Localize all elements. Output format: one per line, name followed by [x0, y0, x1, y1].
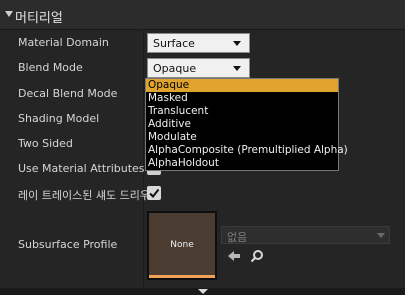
blend-mode-value: Opaque	[153, 62, 197, 75]
dropdown-option-alphaholdout[interactable]: AlphaHoldout	[146, 157, 338, 170]
thumbnail-image: None	[149, 213, 215, 278]
label-use-material-attributes: Use Material Attributes	[18, 162, 145, 175]
label-two-sided: Two Sided	[18, 137, 73, 150]
row-use-material-attributes: Use Material Attributes	[0, 156, 145, 181]
row-material-domain: Material Domain	[0, 30, 143, 55]
row-shading-model: Shading Model	[0, 106, 143, 131]
label-material-domain: Material Domain	[18, 36, 109, 49]
chevron-down-icon	[233, 41, 241, 46]
dropdown-option-modulate[interactable]: Modulate	[146, 131, 338, 144]
label-ray-traced-shadows: 레이 트레이스된 섀도 드리우	[18, 189, 150, 202]
asset-value: 없음	[227, 231, 248, 244]
row-blend-mode: Blend Mode	[0, 55, 143, 80]
row-ray-traced-shadows: 레이 트레이스된 섀도 드리우	[0, 181, 150, 206]
blend-mode-dropdown-list: Opaque Masked Translucent Additive Modul…	[145, 78, 348, 171]
dropdown-option-translucent[interactable]: Translucent	[146, 105, 338, 118]
subsurface-profile-asset-combo[interactable]: 없음	[221, 226, 390, 244]
section-title: 머티리얼	[15, 11, 63, 26]
thumbnail-label: None	[170, 240, 194, 250]
row-decal-blend-mode: Decal Blend Mode	[0, 81, 143, 106]
column-divider[interactable]	[143, 30, 144, 288]
section-header-material[interactable]: 머티리얼	[0, 0, 405, 30]
chevron-down-icon	[377, 233, 385, 238]
ray-traced-shadows-checkbox[interactable]	[147, 186, 161, 200]
material-domain-combo[interactable]: Surface	[147, 33, 250, 53]
checkmark-icon	[149, 188, 160, 199]
label-decal-blend-mode: Decal Blend Mode	[18, 87, 118, 100]
blend-mode-combo[interactable]: Opaque	[147, 58, 250, 78]
thumbnail-accent-bar	[149, 275, 215, 278]
arrow-left-icon[interactable]	[227, 249, 241, 263]
dropdown-option-opaque[interactable]: Opaque	[146, 79, 338, 92]
row-two-sided: Two Sided	[0, 131, 143, 156]
subsurface-profile-thumbnail[interactable]: None	[147, 211, 217, 280]
row-subsurface-profile: Subsurface Profile	[0, 232, 143, 257]
material-domain-value: Surface	[153, 37, 195, 50]
dropdown-option-alphacomposite[interactable]: AlphaComposite (Premultiplied Alpha)	[146, 144, 348, 157]
dropdown-option-additive[interactable]: Additive	[146, 118, 338, 131]
dropdown-option-masked[interactable]: Masked	[146, 92, 338, 105]
label-shading-model: Shading Model	[18, 112, 100, 125]
chevron-down-icon	[233, 66, 241, 71]
label-subsurface-profile: Subsurface Profile	[18, 238, 118, 251]
collapse-arrow-icon[interactable]	[5, 11, 13, 17]
advanced-expander[interactable]	[0, 288, 405, 295]
search-icon[interactable]	[250, 249, 264, 263]
label-blend-mode: Blend Mode	[18, 61, 83, 74]
expand-arrow-icon[interactable]	[198, 289, 208, 294]
